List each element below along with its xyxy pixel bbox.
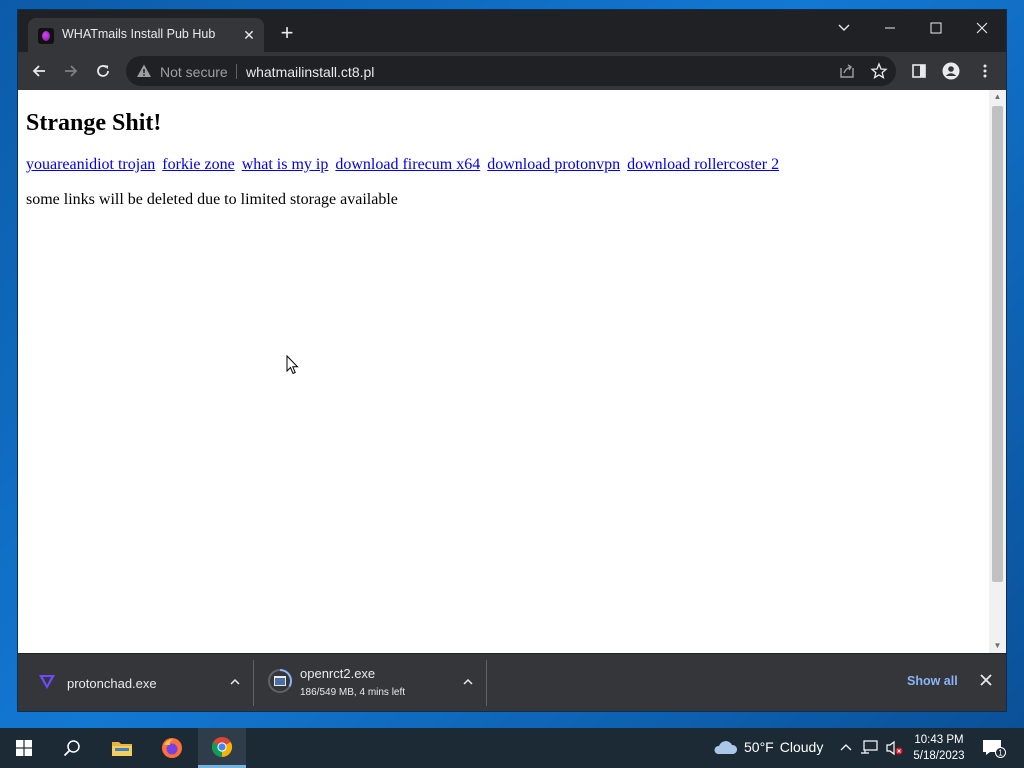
reload-icon [97, 65, 109, 77]
address-separator [236, 64, 237, 79]
download-status: 186/549 MB, 4 mins left [300, 687, 406, 698]
scrollbar-thumb[interactable] [992, 106, 1003, 582]
chevron-up-icon[interactable] [229, 676, 241, 688]
person-icon [942, 62, 960, 80]
link-download-firecum[interactable]: download firecum x64 [335, 156, 480, 173]
link-forkie-zone[interactable]: forkie zone [162, 156, 234, 173]
maximize-button[interactable] [914, 14, 958, 42]
more-vertical-icon [983, 64, 987, 78]
arrow-right-icon [65, 65, 78, 77]
cloud-icon [714, 741, 738, 754]
clock-date: 5/18/2023 [913, 750, 965, 762]
chrome-icon [211, 736, 233, 757]
side-panel-icon [912, 64, 926, 78]
mouse-cursor-icon [286, 355, 299, 375]
taskbar-search-button[interactable] [48, 728, 96, 768]
minimize-icon [885, 27, 895, 29]
title-bar: WHATmails Install Pub Hub ✕ + [18, 10, 1006, 52]
weather-description: Cloudy [779, 739, 824, 755]
volume-muted-icon[interactable] [886, 740, 904, 756]
weather-temperature: 50°F [744, 739, 774, 755]
tab-search-button[interactable] [822, 14, 866, 42]
network-icon[interactable] [860, 740, 878, 756]
download-item[interactable]: protonchad.exe [26, 660, 254, 706]
side-panel-button[interactable] [906, 58, 932, 84]
scroll-down-icon[interactable]: ▼ [989, 639, 1006, 653]
forward-button[interactable] [58, 58, 84, 84]
link-download-rollercoster[interactable]: download rollercoster 2 [627, 156, 779, 173]
profile-button[interactable] [938, 58, 964, 84]
chevron-up-icon[interactable] [840, 740, 852, 754]
download-progress-icon [268, 669, 292, 693]
tab-close-icon[interactable]: ✕ [240, 26, 258, 44]
back-button[interactable] [26, 58, 52, 84]
protonvpn-file-icon [39, 675, 55, 689]
share-icon[interactable] [838, 62, 856, 80]
downloads-bar: protonchad.exe openrct2.exe 186/549 MB, … [18, 653, 1006, 711]
file-explorer-button[interactable] [98, 728, 146, 768]
close-icon[interactable] [979, 673, 993, 687]
chrome-button[interactable] [198, 728, 246, 768]
site-favicon-icon [38, 28, 54, 44]
download-filename: openrct2.exe [300, 666, 376, 681]
search-icon [63, 740, 80, 757]
page-viewport: Strange Shit! youareanidiot trojan forki… [18, 90, 1006, 653]
chevron-up-icon[interactable] [462, 676, 474, 688]
download-filename: protonchad.exe [67, 676, 157, 691]
link-download-protonvpn[interactable]: download protonvpn [487, 156, 620, 173]
warning-icon[interactable] [136, 63, 152, 79]
notification-center-icon[interactable]: 1 [982, 738, 1006, 758]
page-heading: Strange Shit! [26, 110, 162, 136]
address-bar[interactable]: Not secure whatmailinstall.ct8.pl [126, 56, 896, 86]
scroll-up-icon[interactable]: ▲ [989, 90, 1006, 104]
link-what-is-my-ip[interactable]: what is my ip [242, 156, 329, 173]
storage-note: some links will be deleted due to limite… [26, 191, 398, 208]
link-list: youareanidiot trojan forkie zone what is… [26, 156, 782, 174]
browser-window: WHATmails Install Pub Hub ✕ + Not secure… [18, 10, 1006, 711]
firefox-button[interactable] [148, 728, 196, 768]
weather-widget[interactable]: 50°F Cloudy [712, 738, 823, 756]
windows-logo-icon [16, 740, 32, 756]
system-tray [840, 740, 904, 756]
maximize-icon [930, 22, 942, 34]
browser-toolbar: Not secure whatmailinstall.ct8.pl [18, 52, 1006, 90]
close-icon [976, 22, 988, 34]
arrow-left-icon [32, 65, 45, 77]
bookmark-star-icon[interactable] [870, 62, 888, 80]
security-status[interactable]: Not secure [160, 64, 228, 80]
vertical-scrollbar[interactable]: ▲ ▼ [989, 90, 1006, 653]
system-clock[interactable]: 10:43 PM 5/18/2023 [908, 732, 970, 764]
chevron-down-icon [838, 24, 850, 31]
url-text[interactable]: whatmailinstall.ct8.pl [246, 64, 374, 80]
clock-time: 10:43 PM [914, 734, 964, 746]
tab-title: WHATmails Install Pub Hub [62, 27, 216, 41]
start-button[interactable] [0, 728, 48, 768]
close-window-button[interactable] [960, 14, 1004, 42]
folder-icon [112, 742, 132, 756]
taskbar: 50°F Cloudy 10:43 PM 5/18/2023 1 [0, 728, 1024, 768]
notification-count: 1 [998, 749, 1003, 758]
browser-menu-button[interactable] [972, 58, 998, 84]
download-item[interactable]: openrct2.exe 186/549 MB, 4 mins left [255, 660, 487, 706]
show-all-button[interactable]: Show all [907, 674, 958, 688]
new-tab-button[interactable]: + [276, 22, 298, 45]
reload-button[interactable] [90, 58, 116, 84]
link-youareanidiot-trojan[interactable]: youareanidiot trojan [26, 156, 155, 173]
browser-tab[interactable]: WHATmails Install Pub Hub ✕ [28, 18, 264, 52]
firefox-icon [162, 738, 182, 758]
minimize-button[interactable] [868, 14, 912, 42]
